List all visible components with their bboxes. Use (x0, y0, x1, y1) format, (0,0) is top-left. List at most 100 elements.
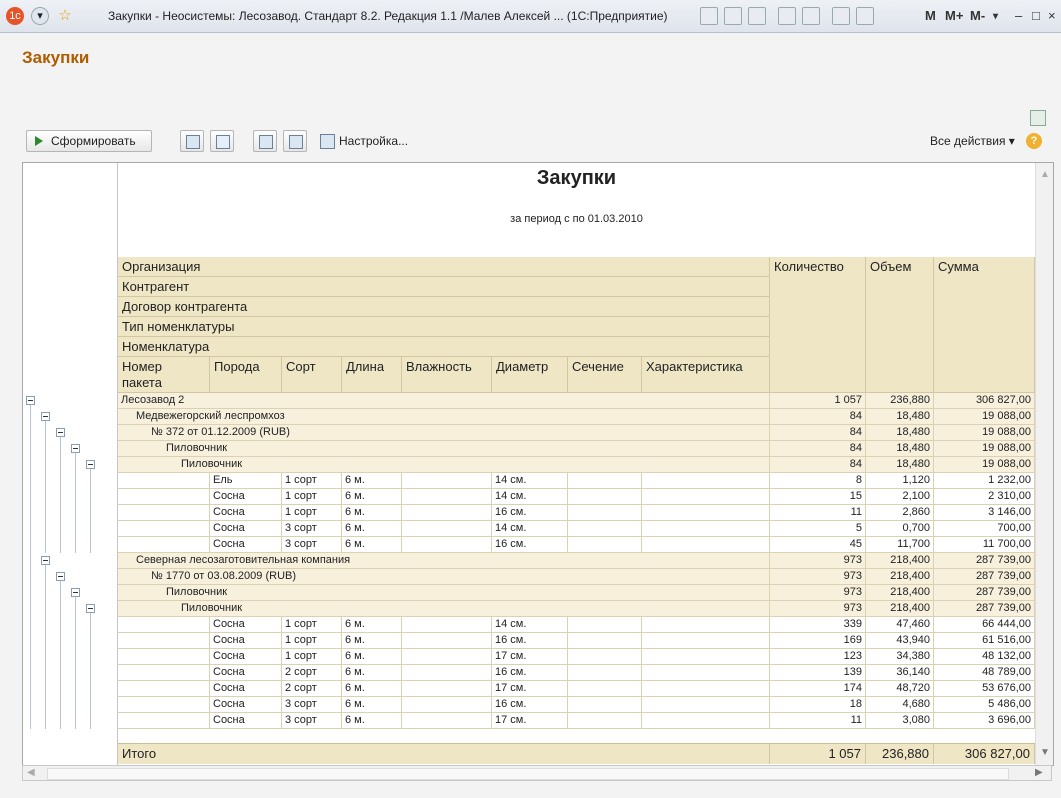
generate-button[interactable]: Сформировать (26, 130, 152, 152)
cell-package (118, 537, 210, 553)
groups-button[interactable] (253, 130, 277, 152)
print-icon[interactable] (700, 7, 718, 25)
cell-diameter: 16 см. (492, 633, 568, 649)
collapse-icon[interactable] (86, 460, 95, 469)
scrollbar-thumb[interactable] (47, 768, 1009, 780)
collapse-icon[interactable] (71, 444, 80, 453)
cell-moisture (402, 537, 492, 553)
scroll-down-icon[interactable]: ▼ (1040, 747, 1050, 758)
cell-length: 6 м. (342, 713, 402, 729)
tree-line (75, 597, 76, 729)
header-breed: Порода (210, 357, 282, 393)
cell-length: 6 м. (342, 633, 402, 649)
cell-sum: 11 700,00 (934, 537, 1035, 553)
close-icon[interactable]: × (1048, 8, 1056, 23)
header-package-number: Номер пакета (118, 357, 210, 393)
collapse-icon[interactable] (71, 588, 80, 597)
memory-subtract-button[interactable]: M- (970, 8, 985, 23)
chevron-down-icon[interactable]: ▾ (993, 11, 998, 22)
save-icon[interactable] (748, 7, 766, 25)
cell-breed: Сосна (210, 681, 282, 697)
cell-group-label: Пиловочник (118, 441, 770, 457)
memory-add-button[interactable]: M+ (945, 8, 963, 23)
collapse-icon[interactable] (41, 556, 50, 565)
cell-package (118, 521, 210, 537)
cell-characteristic (642, 489, 770, 505)
cell-diameter: 16 см. (492, 697, 568, 713)
cell-moisture (402, 633, 492, 649)
favorites-star-icon[interactable]: ☆ (56, 7, 74, 25)
menu-dropdown-icon[interactable]: ▾ (31, 7, 49, 25)
cell-characteristic (642, 537, 770, 553)
horizontal-scrollbar[interactable]: ◀ ▶ (22, 765, 1052, 781)
scroll-right-icon[interactable]: ▶ (1035, 767, 1043, 778)
scroll-left-icon[interactable]: ◀ (27, 767, 35, 778)
cell-quantity: 11 (770, 505, 866, 521)
cell-volume: 47,460 (866, 617, 934, 633)
cell-sum: 287 739,00 (934, 585, 1035, 601)
collapse-icon[interactable] (56, 572, 65, 581)
cell-grade: 1 сорт (282, 617, 342, 633)
cell-moisture (402, 713, 492, 729)
cell-package (118, 697, 210, 713)
setup-button[interactable]: Настройка... (320, 134, 409, 150)
list-icon (259, 135, 273, 149)
help-icon[interactable]: ? (1026, 133, 1042, 149)
cell-group-label: № 1770 от 03.08.2009 (RUB) (118, 569, 770, 585)
preview-icon[interactable] (724, 7, 742, 25)
cell-moisture (402, 473, 492, 489)
cell-volume: 218,400 (866, 553, 934, 569)
titlebar-tools (700, 7, 880, 25)
detail-row: Сосна 3 сорт 6 м. 16 см. 18 4,680 5 486,00 (118, 697, 1035, 713)
header-sum: Сумма (934, 257, 1035, 393)
cell-quantity: 84 (770, 441, 866, 457)
scroll-up-icon[interactable]: ▲ (1040, 169, 1050, 180)
cell-moisture (402, 697, 492, 713)
cell-section (568, 537, 642, 553)
history-icon[interactable] (802, 7, 820, 25)
cell-length: 6 м. (342, 617, 402, 633)
cell-volume: 36,140 (866, 665, 934, 681)
detail-row: Сосна 3 сорт 6 м. 14 см. 5 0,700 700,00 (118, 521, 1035, 537)
cell-group-label: № 372 от 01.12.2009 (RUB) (118, 425, 770, 441)
cell-volume: 0,700 (866, 521, 934, 537)
calendar-icon[interactable] (856, 7, 874, 25)
cell-section (568, 681, 642, 697)
cell-volume: 218,400 (866, 585, 934, 601)
collapse-icon[interactable] (56, 428, 65, 437)
collapse-icon[interactable] (26, 396, 35, 405)
cell-volume: 1,120 (866, 473, 934, 489)
add-favorite-icon[interactable] (778, 7, 796, 25)
cell-sum: 700,00 (934, 521, 1035, 537)
cell-section (568, 521, 642, 537)
table-view-button[interactable] (180, 130, 204, 152)
minimize-icon[interactable]: – (1015, 8, 1022, 23)
calculator-icon[interactable] (832, 7, 850, 25)
cell-group-label: Северная лесозаготовительная компания (118, 553, 770, 569)
cell-length: 6 м. (342, 489, 402, 505)
setup-label: Настройка... (339, 134, 409, 148)
cell-quantity: 84 (770, 425, 866, 441)
total-quantity: 1 057 (770, 744, 866, 764)
tree-line (45, 565, 46, 729)
collapse-icon[interactable] (86, 604, 95, 613)
cell-characteristic (642, 473, 770, 489)
cell-breed: Сосна (210, 489, 282, 505)
report-title: Закупки (536, 167, 617, 189)
all-actions-menu[interactable]: Все действия ▾ (930, 134, 1015, 148)
variant-button[interactable] (283, 130, 307, 152)
detail-row: Сосна 1 сорт 6 м. 14 см. 15 2,100 2 310,00 (118, 489, 1035, 505)
detail-row: Ель 1 сорт 6 м. 14 см. 8 1,120 1 232,00 (118, 473, 1035, 489)
vertical-scrollbar[interactable]: ▲ ▼ (1035, 163, 1053, 765)
maximize-icon[interactable]: □ (1032, 8, 1040, 23)
form-settings-icon[interactable] (1030, 110, 1046, 126)
pin-button[interactable] (210, 130, 234, 152)
header-length: Длина (342, 357, 402, 393)
collapse-icon[interactable] (41, 412, 50, 421)
memory-store-button[interactable]: M (925, 8, 936, 23)
app-logo-icon[interactable]: 1с (6, 7, 24, 25)
page-title: Закупки (22, 48, 90, 67)
cell-sum: 48 789,00 (934, 665, 1035, 681)
tree-line (75, 453, 76, 553)
cell-volume: 18,480 (866, 457, 934, 473)
